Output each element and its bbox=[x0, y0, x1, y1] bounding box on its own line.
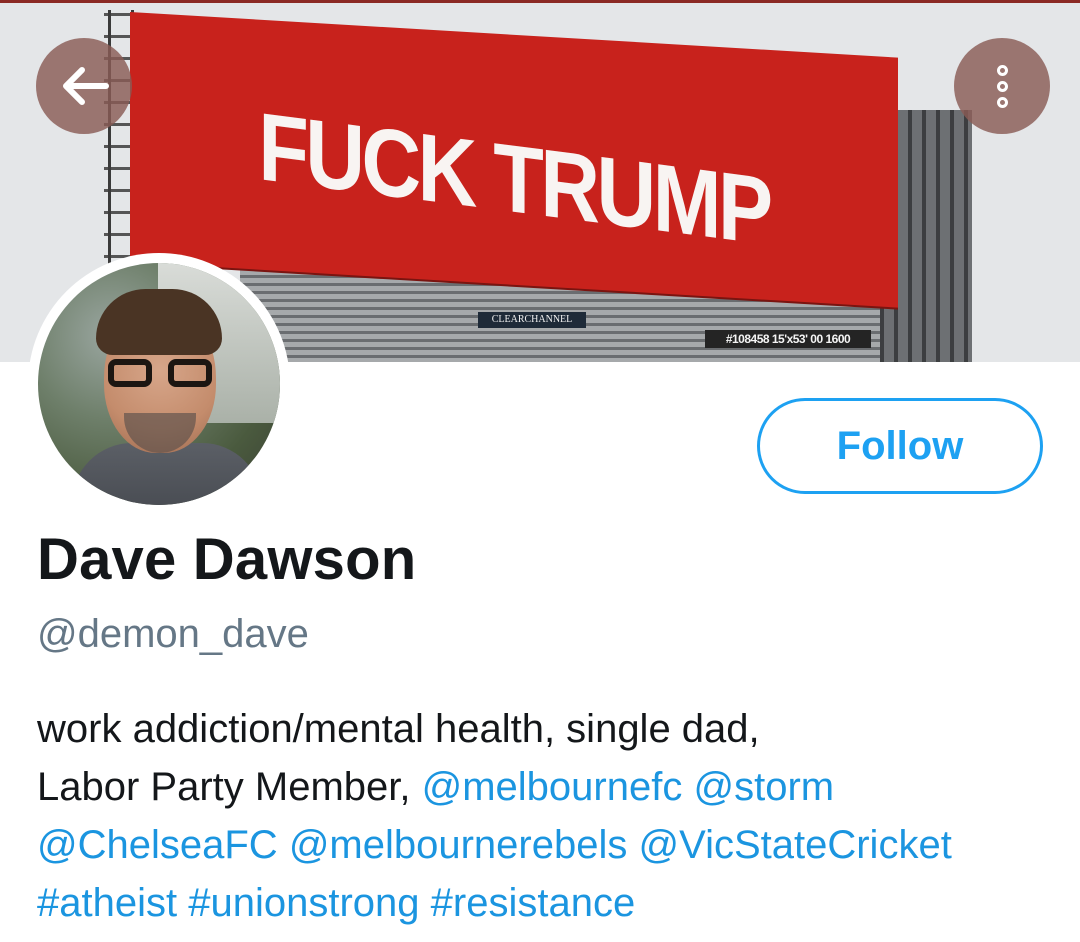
billboard-text: FUCK TRUMP bbox=[258, 92, 770, 266]
billboard-sponsor-plate: CLEARCHANNEL bbox=[478, 312, 586, 328]
mention-link-melbournerebels[interactable]: @melbournerebels bbox=[289, 823, 628, 867]
hashtag-link-resistance[interactable]: #resistance bbox=[431, 881, 636, 925]
back-button[interactable] bbox=[36, 38, 132, 134]
mention-link-storm[interactable]: @storm bbox=[693, 765, 834, 809]
arrow-left-icon bbox=[63, 67, 109, 105]
display-name: Dave Dawson bbox=[37, 527, 417, 592]
mention-link-vicstatecricket[interactable]: @VicStateCricket bbox=[639, 823, 952, 867]
billboard-id-plate: #108458 15'x53' 00 1600 bbox=[705, 330, 871, 348]
banner-top-line bbox=[0, 0, 1080, 3]
more-vertical-icon bbox=[996, 64, 1008, 108]
user-handle: @demon_dave bbox=[37, 612, 309, 656]
more-options-button[interactable] bbox=[954, 38, 1050, 134]
bio-text: Labor Party Member, bbox=[37, 765, 411, 809]
hashtag-link-unionstrong[interactable]: #unionstrong bbox=[188, 881, 419, 925]
follow-button[interactable]: Follow bbox=[757, 398, 1043, 494]
bio-text: work addiction/mental health, single dad… bbox=[37, 707, 760, 751]
bio-line: @ChelseaFC @melbournerebels @VicStateCri… bbox=[37, 816, 1067, 874]
bio-line: Labor Party Member, @melbournefc @storm bbox=[37, 758, 1067, 816]
mention-link-melbournefc[interactable]: @melbournefc bbox=[422, 765, 683, 809]
mention-link-chelseafc[interactable]: @ChelseaFC bbox=[37, 823, 278, 867]
hashtag-link-atheist[interactable]: #atheist bbox=[37, 881, 177, 925]
bio-line: work addiction/mental health, single dad… bbox=[37, 700, 1067, 758]
bio-line: #atheist #unionstrong #resistance bbox=[37, 874, 1067, 932]
profile-bio: work addiction/mental health, single dad… bbox=[37, 700, 1067, 932]
avatar-photo bbox=[38, 263, 280, 505]
avatar[interactable] bbox=[28, 253, 290, 515]
